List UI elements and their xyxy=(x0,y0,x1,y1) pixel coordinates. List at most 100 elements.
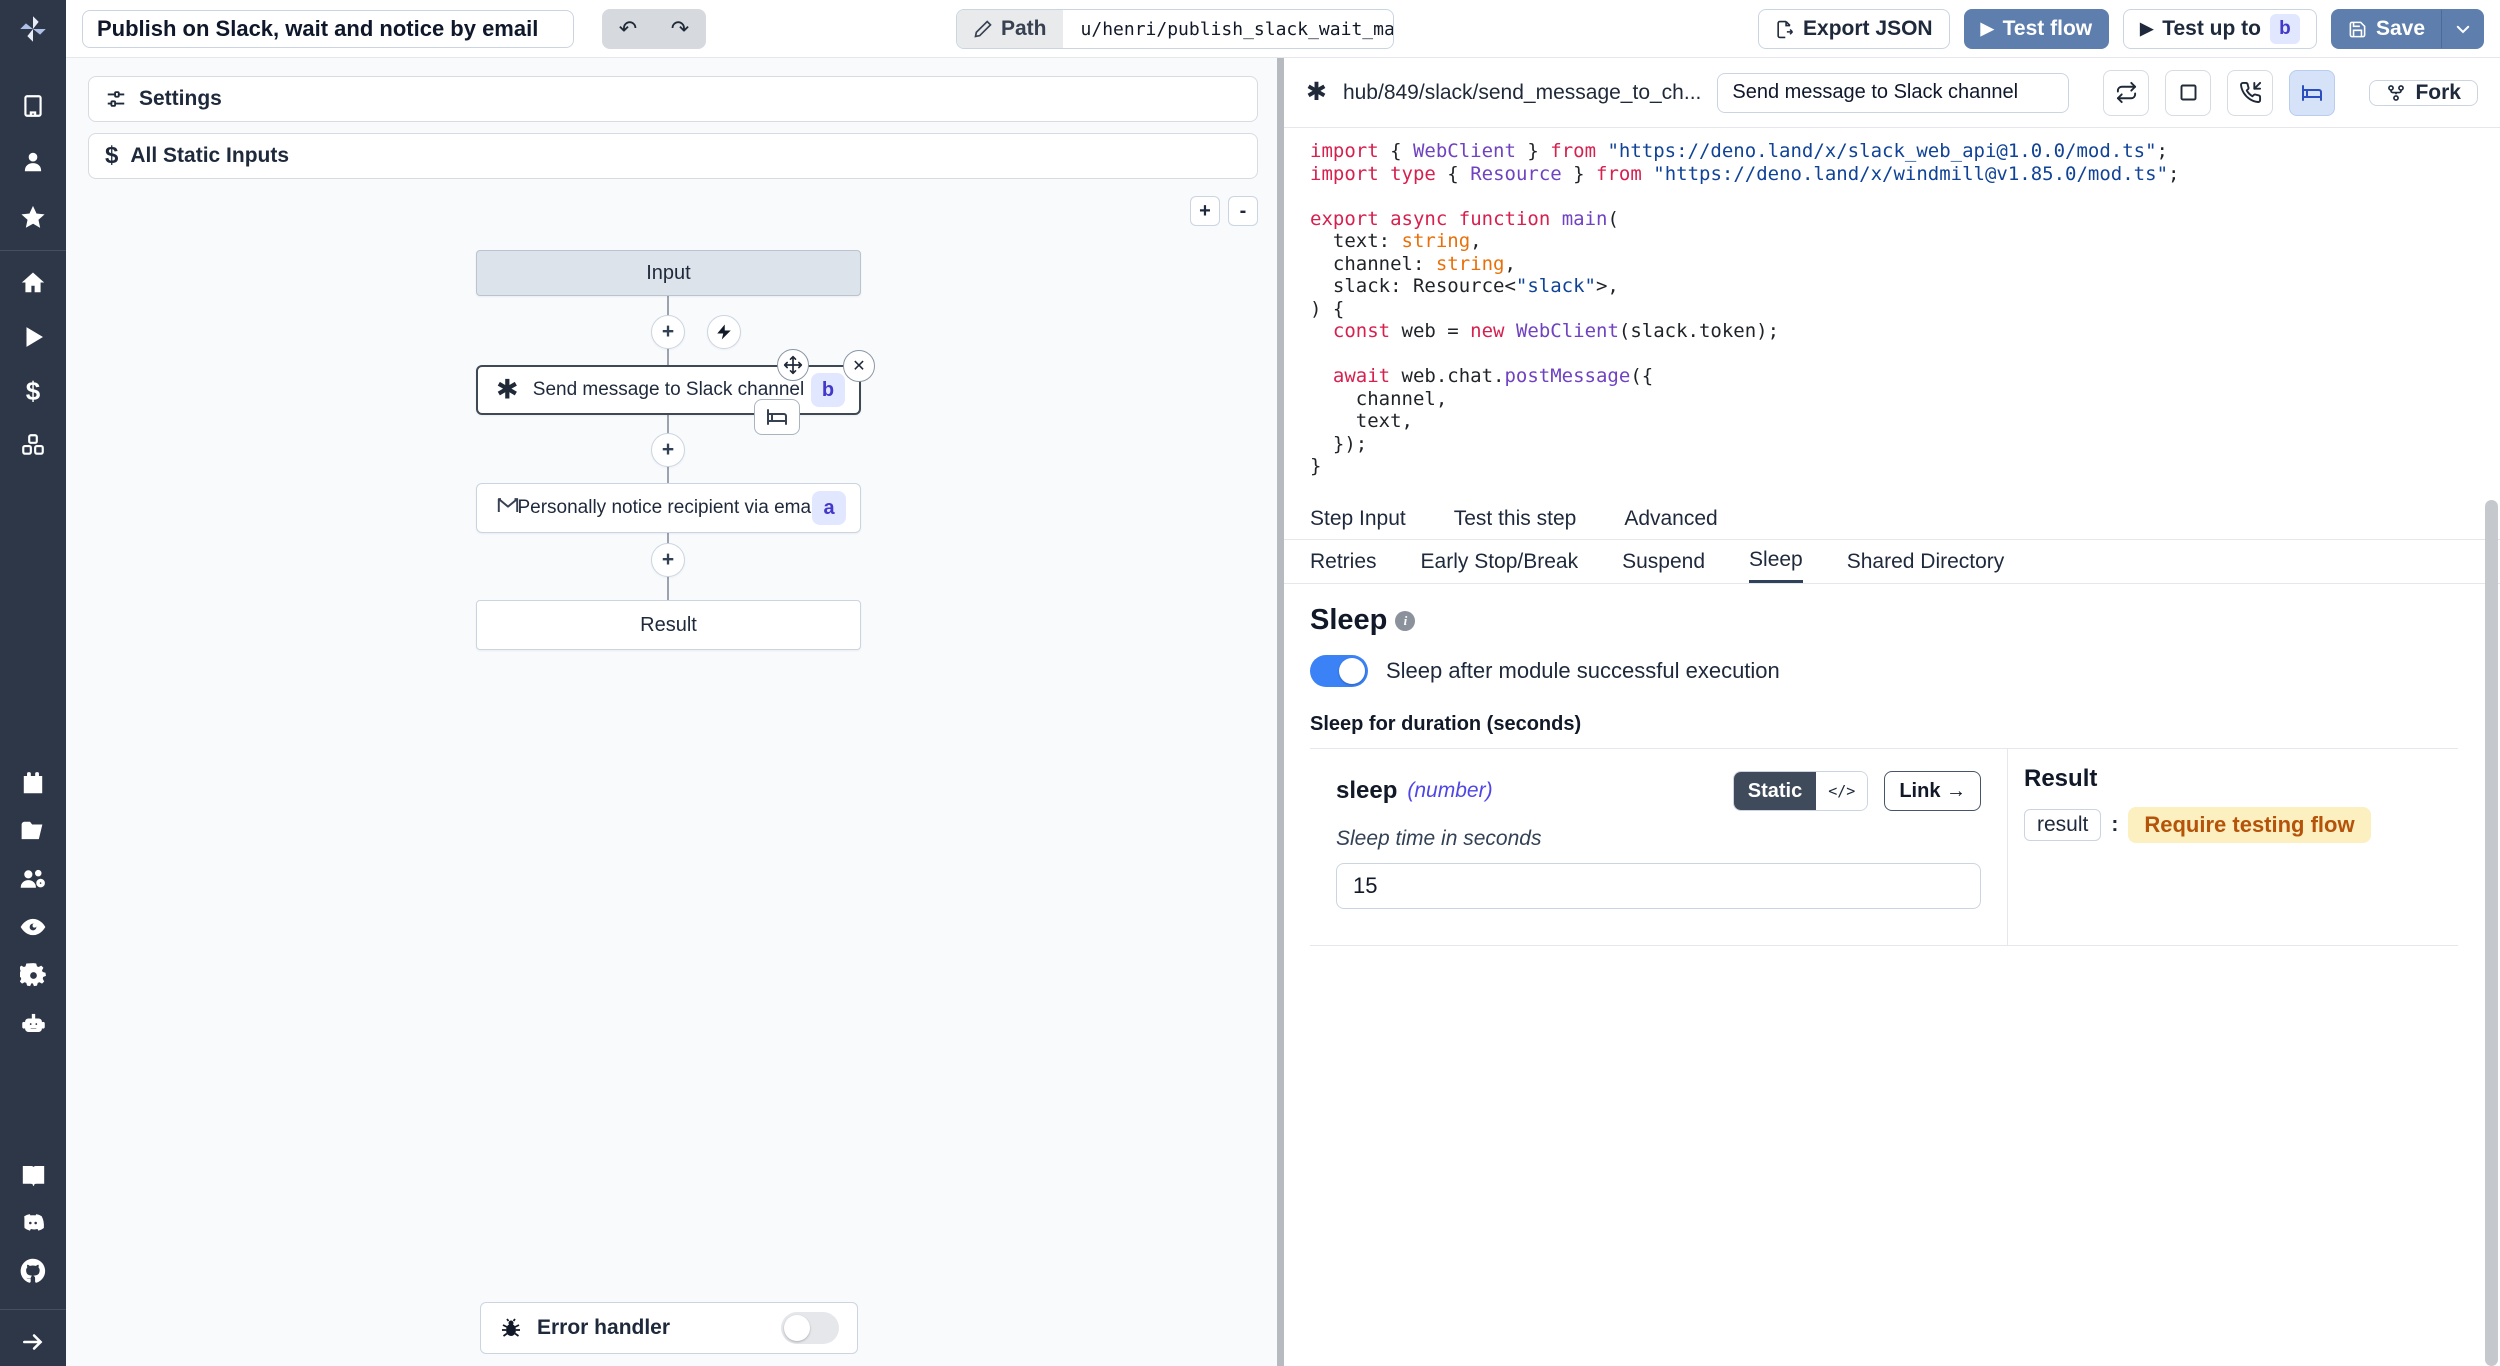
scrollbar[interactable] xyxy=(2485,500,2498,1366)
sliders-icon xyxy=(105,88,127,110)
bed-icon xyxy=(765,405,789,429)
eye-icon[interactable] xyxy=(0,903,66,951)
error-handler-node[interactable]: Error handler xyxy=(480,1302,858,1354)
folder-icon[interactable] xyxy=(0,807,66,855)
field-name: sleep xyxy=(1336,777,1397,805)
play-icon: ▶ xyxy=(1981,19,1994,39)
insert-step-button[interactable]: + xyxy=(651,433,685,467)
early-stop-icon-button[interactable] xyxy=(2165,70,2211,116)
flow-canvas[interactable]: Settings $ All Static Inputs + - Input +… xyxy=(66,58,1277,1366)
test-flow-button[interactable]: ▶ Test flow xyxy=(1964,9,2110,49)
expand-arrow-icon[interactable] xyxy=(0,1318,66,1366)
settings-label: Settings xyxy=(139,87,222,111)
static-mode-button[interactable]: Static xyxy=(1734,772,1816,810)
field-type: (number) xyxy=(1407,779,1492,803)
code-editor[interactable]: import { WebClient } from "https://deno.… xyxy=(1284,128,2500,498)
info-icon[interactable]: i xyxy=(1395,611,1415,631)
bed-icon xyxy=(2300,81,2324,105)
sleep-toggle-label: Sleep after module successful execution xyxy=(1386,658,1780,684)
tab-advanced[interactable]: Advanced xyxy=(1624,507,1717,531)
redo-button[interactable]: ↷ xyxy=(654,9,706,49)
save-button[interactable]: Save xyxy=(2331,9,2442,49)
save-button-group: Save xyxy=(2331,9,2484,49)
test-flow-label: Test flow xyxy=(2003,17,2092,41)
tab-sleep[interactable]: Sleep xyxy=(1749,540,1803,583)
result-preview: Result result : Require testing flow xyxy=(2007,749,2458,945)
windmill-logo[interactable] xyxy=(0,0,66,58)
script-path[interactable]: hub/849/slack/send_message_to_ch... xyxy=(1343,81,1701,105)
dollar-icon[interactable]: $ xyxy=(0,367,66,415)
result-key-chip: result xyxy=(2024,809,2101,841)
gear-icon[interactable] xyxy=(0,951,66,999)
discord-icon[interactable] xyxy=(0,1199,66,1247)
tab-step-input[interactable]: Step Input xyxy=(1310,507,1406,531)
robot-icon[interactable] xyxy=(0,999,66,1047)
all-static-inputs-button[interactable]: $ All Static Inputs xyxy=(88,133,1258,179)
advanced-tabs: Retries Early Stop/Break Suspend Sleep S… xyxy=(1284,540,2500,584)
path-value[interactable]: u/henri/publish_slack_wait_mail xyxy=(1063,19,1393,40)
calendar-icon[interactable] xyxy=(0,759,66,807)
path-chip[interactable]: Path u/henri/publish_slack_wait_mail xyxy=(956,9,1394,49)
result-node[interactable]: Result xyxy=(476,600,861,650)
sleep-seconds-input[interactable] xyxy=(1336,863,1981,909)
sleep-duration-label: Sleep for duration (seconds) xyxy=(1310,713,2500,736)
tab-retries[interactable]: Retries xyxy=(1310,540,1377,583)
code-mode-button[interactable]: </> xyxy=(1816,772,1867,810)
sleep-tab-content: Sleep i Sleep after module successful ex… xyxy=(1284,584,2500,1366)
step-b-badge: b xyxy=(811,373,845,407)
zoom-out-button[interactable]: - xyxy=(1228,196,1258,226)
flow-settings-button[interactable]: Settings xyxy=(88,76,1258,122)
step-a-node[interactable]: Personally notice recipient via email a xyxy=(476,483,861,533)
sleep-field-card: sleep (number) Static </> Link → Sleep t… xyxy=(1310,749,2007,945)
sleep-toggle[interactable] xyxy=(1310,655,1368,687)
boxes-icon[interactable] xyxy=(0,421,66,469)
bolt-icon xyxy=(715,323,733,341)
input-mode-segmented: Static </> xyxy=(1733,771,1869,811)
tab-early-stop-break[interactable]: Early Stop/Break xyxy=(1421,540,1579,583)
delete-step-button[interactable]: ✕ xyxy=(843,350,875,382)
square-icon xyxy=(2178,82,2199,103)
bug-icon xyxy=(499,1316,523,1340)
user-group-icon[interactable] xyxy=(0,855,66,903)
save-icon xyxy=(2348,20,2367,39)
path-label: Path xyxy=(1001,17,1047,41)
fork-button[interactable]: Fork xyxy=(2369,80,2478,106)
github-icon[interactable] xyxy=(0,1247,66,1295)
tab-suspend[interactable]: Suspend xyxy=(1622,540,1705,583)
repeat-icon xyxy=(2115,81,2138,104)
step-summary-input[interactable] xyxy=(1717,73,2069,113)
star-icon[interactable] xyxy=(0,194,66,242)
test-up-to-button[interactable]: ▶ Test up to b xyxy=(2123,9,2317,49)
error-handler-toggle[interactable] xyxy=(781,1312,839,1344)
tab-shared-directory[interactable]: Shared Directory xyxy=(1847,540,2005,583)
suspend-icon-button[interactable] xyxy=(2227,70,2273,116)
home-icon[interactable] xyxy=(0,259,66,307)
export-json-button[interactable]: Export JSON xyxy=(1758,9,1950,49)
user-icon[interactable] xyxy=(0,138,66,186)
move-step-button[interactable] xyxy=(777,349,809,381)
insert-step-button[interactable]: + xyxy=(651,543,685,577)
sleep-icon-button[interactable] xyxy=(2289,70,2335,116)
save-label: Save xyxy=(2376,17,2425,41)
book-icon[interactable] xyxy=(0,1151,66,1199)
chevron-down-icon xyxy=(2454,20,2472,38)
play-icon[interactable] xyxy=(0,313,66,361)
save-dropdown-button[interactable] xyxy=(2442,9,2484,49)
trigger-bolt-button[interactable] xyxy=(707,315,741,349)
undo-button[interactable]: ↶ xyxy=(602,9,654,49)
flow-title-input[interactable] xyxy=(82,10,574,48)
zoom-in-button[interactable]: + xyxy=(1190,196,1220,226)
panel-splitter[interactable] xyxy=(1277,58,1284,1366)
retries-icon-button[interactable] xyxy=(2103,70,2149,116)
link-button[interactable]: Link → xyxy=(1884,771,1981,811)
phone-incoming-icon xyxy=(2239,81,2262,104)
insert-step-button[interactable]: + xyxy=(651,315,685,349)
input-node[interactable]: Input xyxy=(476,250,861,296)
sleep-indicator-chip[interactable] xyxy=(754,399,800,435)
tab-test-this-step[interactable]: Test this step xyxy=(1454,507,1577,531)
step-detail-panel: ✱ hub/849/slack/send_message_to_ch... Fo… xyxy=(1284,58,2500,1366)
move-icon xyxy=(783,355,803,375)
undo-redo-group: ↶ ↷ xyxy=(602,9,706,49)
sleep-heading: Sleep xyxy=(1310,604,1387,637)
building-icon[interactable] xyxy=(0,82,66,130)
